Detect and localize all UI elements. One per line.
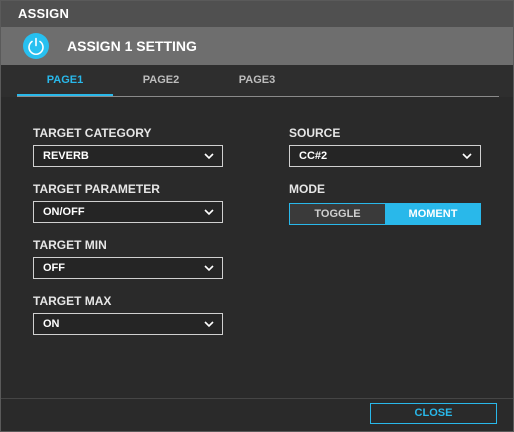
page-title: ASSIGN 1 SETTING bbox=[67, 38, 197, 54]
target-parameter-select[interactable]: ON/OFF bbox=[33, 201, 223, 223]
title-bar: ASSIGN bbox=[1, 1, 513, 27]
close-button[interactable]: CLOSE bbox=[370, 403, 497, 424]
source-label: SOURCE bbox=[289, 126, 341, 140]
assign-header: ASSIGN 1 SETTING bbox=[1, 27, 513, 65]
target-parameter-label: TARGET PARAMETER bbox=[33, 182, 160, 196]
mode-label: MODE bbox=[289, 182, 325, 196]
target-category-value: REVERB bbox=[43, 150, 89, 162]
chevron-down-icon bbox=[204, 265, 214, 272]
target-category-label: TARGET CATEGORY bbox=[33, 126, 152, 140]
mode-toggle-button[interactable]: TOGGLE bbox=[290, 204, 386, 224]
mode-segmented-control: TOGGLE MOMENT bbox=[289, 203, 481, 225]
target-parameter-value: ON/OFF bbox=[43, 206, 85, 218]
chevron-down-icon bbox=[204, 321, 214, 328]
tab-bar: PAGE1 PAGE2 PAGE3 bbox=[1, 65, 513, 97]
tab-page3[interactable]: PAGE3 bbox=[209, 65, 305, 95]
chevron-down-icon bbox=[462, 153, 472, 160]
target-max-value: ON bbox=[43, 318, 60, 330]
footer-divider bbox=[1, 398, 513, 399]
power-button[interactable] bbox=[23, 33, 49, 59]
chevron-down-icon bbox=[204, 153, 214, 160]
tab-divider bbox=[17, 96, 499, 97]
target-max-label: TARGET MAX bbox=[33, 294, 112, 308]
tab-page2[interactable]: PAGE2 bbox=[113, 65, 209, 95]
power-icon bbox=[28, 37, 44, 55]
source-select[interactable]: CC#2 bbox=[289, 145, 481, 167]
target-category-select[interactable]: REVERB bbox=[33, 145, 223, 167]
tab-page1[interactable]: PAGE1 bbox=[17, 65, 113, 97]
mode-moment-button[interactable]: MOMENT bbox=[386, 204, 480, 224]
window-title: ASSIGN bbox=[18, 6, 70, 21]
chevron-down-icon bbox=[204, 209, 214, 216]
target-max-select[interactable]: ON bbox=[33, 313, 223, 335]
target-min-select[interactable]: OFF bbox=[33, 257, 223, 279]
target-min-label: TARGET MIN bbox=[33, 238, 107, 252]
target-min-value: OFF bbox=[43, 262, 65, 274]
assign-dialog: ASSIGN ASSIGN 1 SETTING PAGE1 PAGE2 PAGE… bbox=[0, 0, 514, 432]
source-value: CC#2 bbox=[299, 150, 328, 162]
